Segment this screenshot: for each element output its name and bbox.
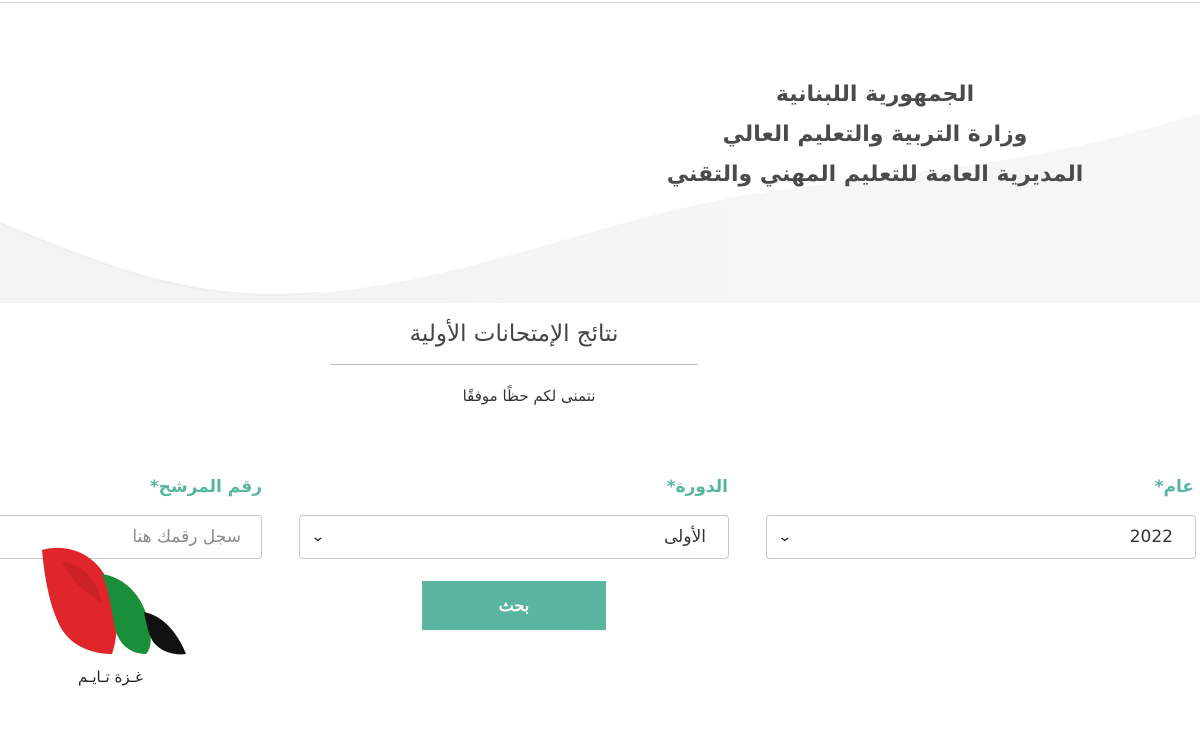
chevron-down-icon: ⌄ xyxy=(777,529,793,545)
candidate-label: رقم المرشح* xyxy=(150,477,262,497)
ministry-name: وزارة التربية والتعليم العالي xyxy=(722,122,1028,147)
candidate-required-mark: * xyxy=(149,477,159,497)
page-title: نتائج الإمتحانات الأولية xyxy=(409,321,619,347)
year-label-text: عام xyxy=(1163,477,1194,497)
year-select-value: 2022 xyxy=(1129,527,1173,547)
session-select-value: الأولى xyxy=(664,527,706,547)
republic-name: الجمهورية اللبنانية xyxy=(775,82,975,107)
year-label: عام* xyxy=(1155,477,1194,497)
session-required-mark: * xyxy=(666,477,676,497)
title-block: نتائج الإمتحانات الأولية نتمنى لكم حظًا … xyxy=(330,310,698,405)
candidate-label-text: رقم المرشح xyxy=(158,477,262,497)
year-required-mark: * xyxy=(1154,477,1164,497)
hero-banner: الجمهورية اللبنانية وزارة التربية والتعل… xyxy=(0,3,1200,303)
year-select[interactable]: 2022 ⌄ xyxy=(766,515,1196,559)
government-header: الجمهورية اللبنانية وزارة التربية والتعل… xyxy=(615,75,1135,195)
search-button[interactable]: بحث xyxy=(422,581,606,630)
chevron-down-icon: ⌄ xyxy=(310,529,326,545)
directorate-name: المديرية العامة للتعليم المهني والتقني xyxy=(666,162,1084,187)
session-label-text: الدورة xyxy=(675,477,728,497)
page-subtitle: نتمنى لكم حظًا موفقًا xyxy=(462,387,596,405)
title-divider xyxy=(330,364,698,365)
watermark-text: غـزة تـايـم xyxy=(78,668,143,686)
session-label: الدورة* xyxy=(667,477,728,497)
session-select[interactable]: الأولى ⌄ xyxy=(299,515,729,559)
